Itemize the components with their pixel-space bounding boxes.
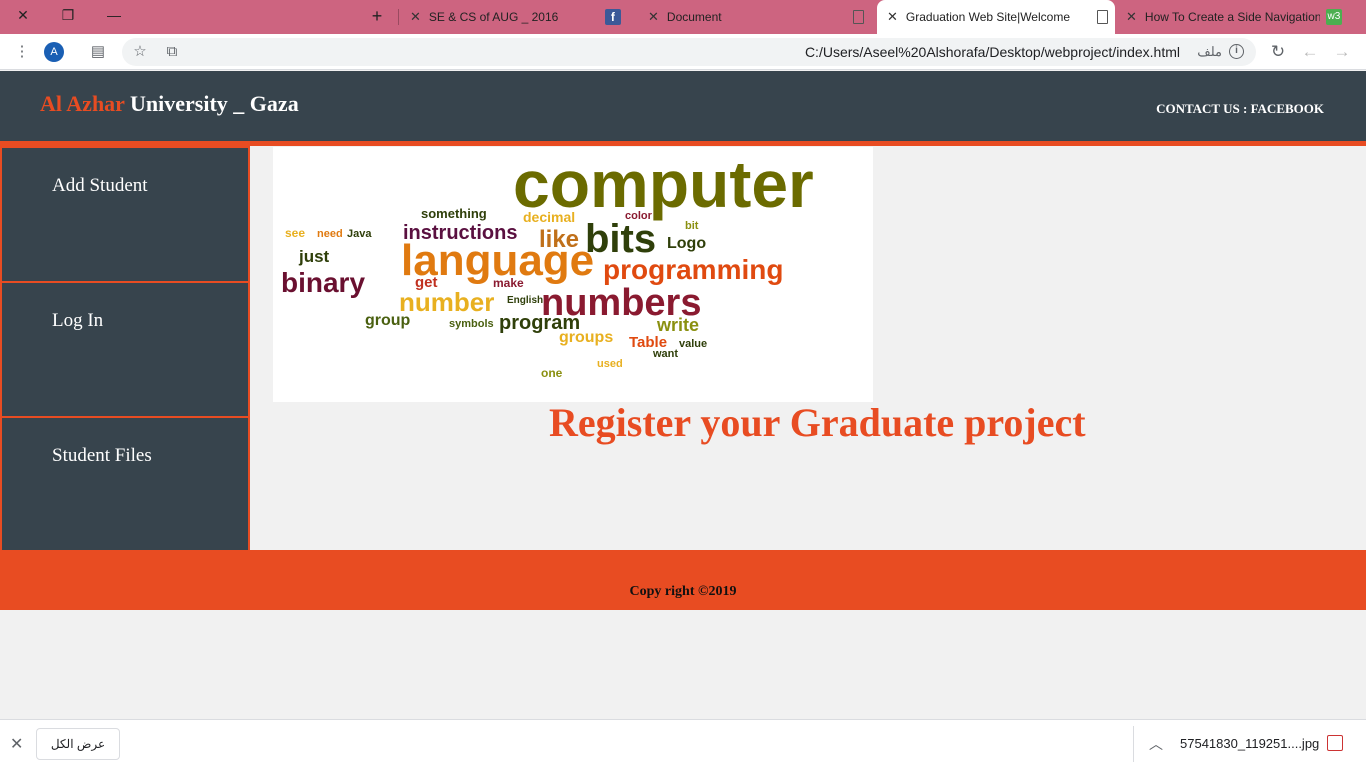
url-text[interactable]: C:/Users/Aseel%20Alshorafa/Desktop/webpr… — [805, 38, 1180, 66]
site-footer: Copy right ©2019 — [0, 550, 1366, 610]
reader-icon[interactable]: ▤ — [88, 42, 108, 62]
image-file-icon — [1327, 735, 1343, 751]
close-tab-icon[interactable]: ✕ — [887, 9, 898, 25]
word-cloud-word: make — [493, 276, 524, 290]
word-cloud-graphic: computer bits language programming numbe… — [281, 147, 814, 380]
avatar[interactable]: A — [44, 42, 64, 62]
close-tab-icon[interactable]: ✕ — [1126, 9, 1137, 25]
sidebar-item-student-files[interactable]: Student Files — [2, 418, 248, 551]
omnibox[interactable]: ☆ ⧉ C:/Users/Aseel%20Alshorafa/Desktop/w… — [122, 38, 1256, 66]
site-brand: Al Azhar University _ Gaza — [40, 91, 299, 117]
show-all-downloads-button[interactable]: عرض الكل — [36, 728, 120, 760]
word-cloud-word: write — [656, 315, 699, 335]
tab-title: Graduation Web Site|Welcome — [905, 10, 1070, 24]
tab-side-navigation[interactable]: ✕ How To Create a Side Navigation w3 — [1126, 4, 1346, 30]
word-cloud-word: symbols — [449, 318, 494, 330]
tab-title: Document — [666, 10, 722, 24]
word-cloud-word: one — [541, 366, 563, 380]
word-cloud-word: something — [421, 206, 487, 221]
word-cloud-word: English — [507, 295, 543, 306]
word-cloud-word: decimal — [523, 209, 575, 225]
word-cloud-word: just — [298, 247, 330, 266]
page-icon — [1096, 10, 1108, 24]
word-cloud-word: need — [317, 228, 343, 240]
close-tab-icon[interactable]: ✕ — [410, 9, 421, 25]
info-icon[interactable]: i — [1229, 44, 1244, 59]
word-cloud-word: used — [597, 358, 623, 370]
tab-title: SE & CS of AUG _ 2016 — [428, 10, 559, 24]
address-bar: ⋮ A ▤ ☆ ⧉ C:/Users/Aseel%20Alshorafa/Des… — [0, 34, 1366, 70]
reload-icon[interactable]: ↻ — [1268, 42, 1288, 62]
word-cloud-word: number — [399, 287, 494, 317]
word-cloud-word: instructions — [403, 222, 517, 244]
url-scheme-label: ملف — [1197, 44, 1222, 59]
sidebar-item-add-student[interactable]: Add Student — [2, 148, 248, 281]
new-tab-button[interactable]: + — [366, 6, 388, 28]
word-cloud-word: like — [539, 226, 579, 253]
translate-icon[interactable]: ⧉ — [162, 42, 182, 62]
page-headline: Register your Graduate project — [549, 400, 1086, 445]
word-cloud-word: Java — [347, 228, 372, 240]
contact-link[interactable]: CONTACT US : FACEBOOK — [1156, 101, 1324, 117]
close-download-bar-icon[interactable]: ✕ — [10, 734, 23, 754]
page: Al Azhar University _ Gaza CONTACT US : … — [0, 71, 1366, 718]
site-header: Al Azhar University _ Gaza CONTACT US : … — [0, 71, 1366, 141]
word-cloud-word: binary — [281, 267, 365, 298]
minimize-window-icon[interactable]: — — [91, 0, 137, 30]
restore-window-icon[interactable]: ❐ — [45, 0, 91, 30]
close-window-icon[interactable]: ✕ — [0, 0, 46, 30]
close-tab-icon[interactable]: ✕ — [648, 9, 659, 25]
sidebar-item-log-in[interactable]: Log In — [2, 283, 248, 416]
copyright-text: Copy right ©2019 — [629, 584, 737, 599]
tab-se-cs[interactable]: ✕ SE & CS of AUG _ 2016 f — [410, 4, 630, 30]
page-icon — [852, 10, 864, 24]
brand-accent: Al Azhar — [40, 91, 125, 116]
tab-title: How To Create a Side Navigation — [1144, 10, 1320, 24]
sidebar-item-label: Student Files — [52, 445, 152, 466]
menu-dots-icon[interactable]: ⋮ — [12, 42, 32, 62]
sidebar: Add Student Log In Student Files — [0, 146, 250, 551]
w3schools-icon: w3 — [1325, 9, 1342, 25]
word-cloud-word: groups — [559, 329, 613, 346]
download-divider — [1133, 726, 1134, 762]
word-cloud-word: get — [415, 274, 438, 291]
chevron-up-icon[interactable]: ︿ — [1149, 734, 1163, 754]
word-cloud-word: Logo — [667, 235, 706, 252]
brand-rest: University _ Gaza — [124, 91, 299, 116]
word-cloud-word: color — [625, 210, 653, 222]
forward-icon[interactable]: → — [1332, 42, 1352, 62]
computer-word-cloud-image: computer bits language programming numbe… — [273, 147, 873, 402]
tab-graduation[interactable]: ✕ Graduation Web Site|Welcome — [877, 0, 1115, 34]
tab-strip: ✕ ❐ — + ✕ SE & CS of AUG _ 2016 f ✕ Docu… — [0, 0, 1366, 34]
back-icon[interactable]: ← — [1300, 42, 1320, 62]
word-cloud-word: see — [285, 226, 305, 240]
facebook-icon: f — [604, 9, 621, 25]
word-cloud-word: value — [679, 338, 707, 350]
word-cloud-word: programming — [603, 254, 783, 285]
download-bar: ✕ عرض الكل ︿ 57541830_119251....jpg — [0, 719, 1366, 768]
tab-document[interactable]: ✕ Document — [648, 4, 868, 30]
download-file-name[interactable]: 57541830_119251....jpg — [1180, 736, 1319, 751]
word-cloud-word: group — [365, 312, 411, 329]
star-icon[interactable]: ☆ — [130, 42, 150, 62]
sidebar-item-label: Add Student — [52, 175, 148, 196]
sidebar-item-label: Log In — [52, 310, 104, 331]
word-cloud-word: bit — [685, 220, 699, 232]
word-cloud-word: want — [652, 348, 678, 360]
